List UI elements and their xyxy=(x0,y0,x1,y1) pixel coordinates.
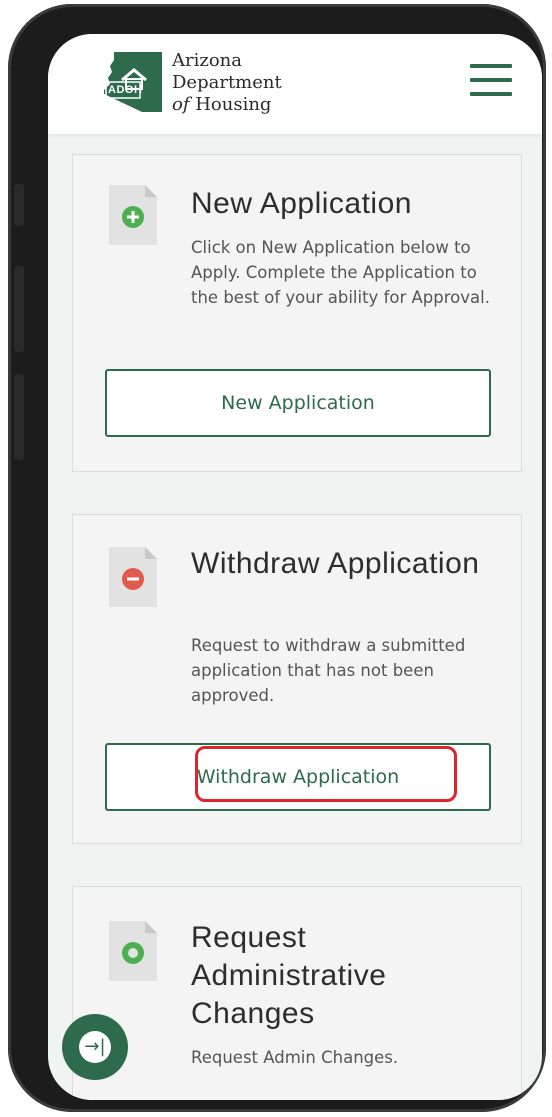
logo-line-3: of Housing xyxy=(172,94,282,116)
new-application-button[interactable]: New Application xyxy=(105,369,491,437)
adoh-logo[interactable]: ADOH Arizona Department of Housing xyxy=(102,50,282,118)
hamburger-menu-icon[interactable] xyxy=(470,64,514,98)
arizona-state-logo-icon xyxy=(104,52,162,112)
phone-frame: ADOH Arizona Department of Housing New A… xyxy=(8,4,546,1112)
site-header: ADOH Arizona Department of Housing xyxy=(48,34,542,134)
card-description: Request to withdraw a submitted applicat… xyxy=(191,636,466,705)
expand-panel-button[interactable]: →| xyxy=(62,1014,128,1080)
volume-down-button xyxy=(14,374,24,460)
card-title: New Application xyxy=(191,187,412,220)
logo-abbreviation: ADOH xyxy=(108,84,143,96)
request-admin-changes-card: Request Administrative Changes Request A… xyxy=(72,886,522,1100)
change-document-icon xyxy=(109,921,157,981)
expand-panel-icon: →| xyxy=(79,1031,111,1063)
card-title: Withdraw Application xyxy=(191,547,480,580)
logo-line-3-prefix: of xyxy=(172,94,190,115)
card-title: Request Administrative Changes xyxy=(191,921,387,1030)
logo-line-3-rest: Housing xyxy=(189,94,272,115)
remove-document-icon xyxy=(109,547,157,607)
mute-switch xyxy=(14,184,24,226)
volume-up-button xyxy=(14,266,24,352)
logo-line-2: Department xyxy=(172,72,282,93)
new-application-card: New Application Click on New Application… xyxy=(72,154,522,472)
new-application-button-label: New Application xyxy=(221,392,375,414)
card-description: Click on New Application below to Apply.… xyxy=(191,238,490,307)
add-document-icon xyxy=(109,185,157,245)
withdraw-application-button-label: Withdraw Application xyxy=(196,766,400,788)
logo-line-1: Arizona xyxy=(172,50,243,71)
screen: ADOH Arizona Department of Housing New A… xyxy=(48,34,542,1100)
logo-text: Arizona Department of Housing xyxy=(172,50,282,116)
withdraw-application-button[interactable]: Withdraw Application xyxy=(105,743,491,811)
withdraw-application-card: Withdraw Application Request to withdraw… xyxy=(72,514,522,844)
card-description: Request Admin Changes. xyxy=(191,1048,399,1067)
